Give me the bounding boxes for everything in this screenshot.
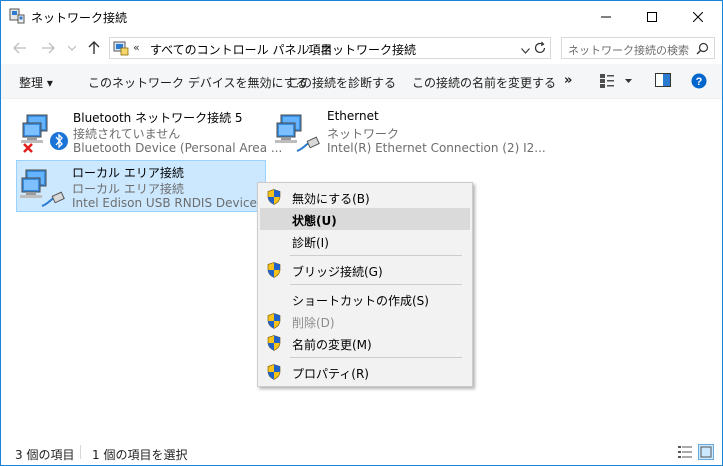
chevron-down-icon [68,45,76,51]
ethernet-network-icon [275,109,323,153]
close-button[interactable] [675,1,721,32]
uac-shield-icon [267,189,281,208]
disable-device-command[interactable]: このネットワーク デバイスを無効にする [88,74,308,91]
connection-device: Bluetooth Device (Personal Area ... [73,141,283,155]
refresh-icon [534,41,546,54]
change-view-button[interactable] [599,73,633,92]
menu-item-label: プロパティ(R) [292,367,369,381]
uac-shield-icon [267,262,281,281]
minimize-icon [601,16,611,17]
address-history-button[interactable] [521,43,530,57]
uac-shield-icon [267,364,281,383]
details-view-icon [678,446,692,458]
breadcrumb-network-connections[interactable]: ネットワーク接続 [320,41,416,58]
menu-separator [290,284,462,285]
search-box[interactable]: ネットワーク接続の検索 [561,37,715,59]
rename-connection-command[interactable]: この接続の名前を変更する [412,74,556,91]
ethernet-network-icon [20,164,68,208]
help-icon: ? [691,73,707,89]
up-arrow-icon [88,41,100,54]
connection-device: Intel Edison USB RNDIS Device #3 [72,196,279,210]
tiles-view-button[interactable] [698,444,714,460]
network-connections-icon [9,8,25,24]
connection-name: ローカル エリア接続 [72,166,184,180]
back-arrow-icon [13,42,26,54]
connection-name: Bluetooth ネットワーク接続 5 [73,111,243,125]
connection-item-bluetooth[interactable]: Bluetooth ネットワーク接続 5 接続されていません Bluetooth… [17,105,282,157]
preview-pane-icon [655,73,671,87]
view-options-icon [600,74,632,88]
title-bar[interactable]: ネットワーク接続 [1,1,722,32]
selected-count: 1 個の項目を選択 [92,448,188,462]
menu-separator [290,357,462,358]
menu-item-create-shortcut[interactable]: ショートカットの作成(S) [260,288,470,310]
search-icon[interactable] [696,42,709,58]
menu-item-label: 無効にする(B) [292,192,370,206]
connection-device: Intel(R) Ethernet Connection (2) I2... [327,141,546,155]
menu-item-label: ショートカットの作成(S) [292,294,429,308]
menu-item-disable[interactable]: 無効にする(B) [260,186,470,208]
connection-item-local-area[interactable]: ローカル エリア接続 ローカル エリア接続 Intel Edison USB R… [16,160,278,212]
address-overflow[interactable]: « [133,41,140,54]
tiles-view-icon [698,444,714,460]
menu-item-status[interactable]: 状態(U) [260,208,470,230]
connection-item-ethernet[interactable]: Ethernet ネットワーク Intel(R) Ethernet Connec… [271,105,546,157]
details-view-button[interactable] [677,444,693,460]
menu-item-label: 削除(D) [292,316,335,330]
menu-item-bridge[interactable]: ブリッジ接続(G) [260,259,470,281]
menu-item-rename[interactable]: 名前の変更(M) [260,332,470,354]
menu-item-delete[interactable]: 削除(D) [260,310,470,332]
status-divider [80,445,81,459]
status-bar: 3 個の項目 1 個の項目を選択 [1,439,722,465]
uac-shield-icon [267,335,281,354]
menu-item-label: 診断(I) [292,236,329,250]
menu-item-label: 状態(U) [292,214,337,228]
connection-status: 接続されていません [73,127,181,141]
uac-shield-icon [267,313,281,332]
network-connections-window: ネットワーク接続 « すべてのコントロール パネル項目 › ネットワーク接続 ネ… [0,0,723,466]
menu-item-diagnose[interactable]: 診断(I) [260,230,470,252]
close-icon [693,11,703,22]
connection-name: Ethernet [327,109,379,123]
item-count: 3 個の項目 [15,448,75,462]
connection-status: ネットワーク [327,127,400,141]
more-commands-button[interactable]: » [564,73,572,88]
menu-separator [290,255,462,256]
maximize-button[interactable] [629,1,675,32]
chevron-down-icon [521,48,530,54]
control-panel-icon [113,40,129,56]
preview-pane-button[interactable] [655,73,671,90]
search-input[interactable]: ネットワーク接続の検索 [568,42,689,58]
forward-button[interactable] [40,40,56,56]
context-menu: 無効にする(B) 状態(U) 診断(I) ブリッジ接続(G) ショートカットの作… [257,182,473,387]
back-button[interactable] [12,40,28,56]
organize-menu[interactable]: 整理 ▾ [19,74,53,91]
diagnose-connection-command[interactable]: この接続を診断する [288,74,396,91]
minimize-button[interactable] [583,1,629,32]
breadcrumb-separator[interactable]: › [306,41,310,54]
help-button[interactable]: ? [691,73,707,92]
maximize-icon [647,11,657,22]
menu-item-label: ブリッジ接続(G) [292,265,383,279]
up-button[interactable] [86,40,102,56]
menu-item-label: 名前の変更(M) [292,338,372,352]
navigation-bar: « すべてのコントロール パネル項目 › ネットワーク接続 ネットワーク接続の検… [1,32,722,64]
recent-locations-button[interactable] [64,40,80,56]
menu-item-properties[interactable]: プロパティ(R) [260,361,470,383]
window-title: ネットワーク接続 [31,11,128,25]
address-bar[interactable]: « すべてのコントロール パネル項目 › ネットワーク接続 [109,37,551,59]
bluetooth-network-icon [21,109,69,153]
command-bar: 整理 ▾ このネットワーク デバイスを無効にする この接続を診断する この接続の… [1,64,722,99]
svg-text:?: ? [696,76,703,88]
refresh-button[interactable] [533,41,547,58]
forward-arrow-icon [42,42,55,54]
connection-status: ローカル エリア接続 [72,182,184,196]
